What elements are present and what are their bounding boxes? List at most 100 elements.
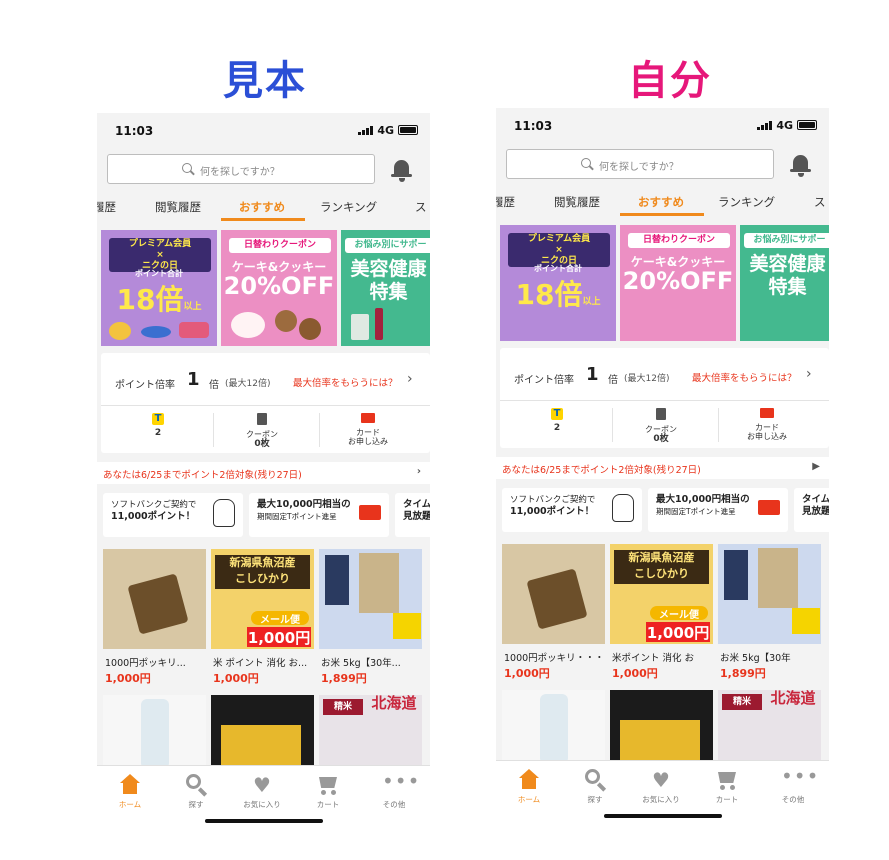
home-indicator [604,814,722,818]
card-icon [359,505,381,520]
banner-beauty-big: 美容健康 特集 [749,253,826,298]
tabbar-other[interactable]: ••• その他 [763,766,823,805]
tabbar-home[interactable]: ホーム [499,769,559,805]
bell-icon[interactable] [391,157,413,183]
banner-coupon[interactable]: 日替わりクーポン ケーキ&クッキー 20%OFF [620,225,736,341]
dog-icon [612,494,634,522]
search-input[interactable]: 何を探しですか？ [107,154,375,184]
tab-browse-history[interactable]: 閲覧履歴 [155,199,201,215]
heart-icon: ♥ [652,768,670,792]
product-image [319,549,422,649]
heart-icon: ♥ [253,773,271,797]
tab-history[interactable]: 履歴 [97,199,116,215]
product-price: 1,899円 [720,667,766,680]
banner-premium-tag: プレミアム会員 × ニクの日 [508,233,610,267]
points-rate-max: (最大12倍) [624,374,670,384]
point-notice[interactable]: あなたは6/25までポイント2倍対象(残り27日) ▶ [496,457,829,479]
card-apply-item[interactable]: カード お申し込み [732,408,802,441]
banner-coupon-tag: 日替わりクーポン [229,238,331,253]
banner-coupon-big: 20%OFF [223,272,335,300]
search-placeholder: 何を探しですか？ [200,167,280,178]
product-name: 1000円ポッキリ・・・ [504,653,605,664]
tab-history[interactable]: 履歴 [496,194,515,210]
t-point-icon: T [551,408,563,420]
product-image [718,544,821,644]
search-icon [184,774,208,797]
points-rate-value: 1 [187,369,200,390]
tabbar-home[interactable]: ホーム [100,774,160,810]
product-price: 1,000円 [105,672,151,685]
home-icon [118,774,142,796]
tabbar-cart[interactable]: カート [298,774,358,810]
points-rate-value: 1 [586,364,599,385]
chevron-right-icon[interactable]: › [407,371,413,387]
phone-sample: 11:03 4G 何を探しですか？ 履歴 閲覧履歴 おすすめ ランキング ス プ… [97,113,430,828]
product-name: 米 ポイント 消化 お... [213,658,308,669]
card-apply-item[interactable]: カード お申し込み [333,413,403,446]
tabbar-other[interactable]: ••• その他 [364,771,424,810]
tab-browse-history[interactable]: 閲覧履歴 [554,194,600,210]
promo-time[interactable]: タイム 見放題 [794,488,829,532]
card-icon [758,500,780,515]
credit-card-icon [760,408,774,418]
home-indicator [205,819,323,823]
promo-time[interactable]: タイム 見放題 [395,493,430,537]
product-image [103,549,206,649]
dog-icon [213,499,235,527]
search-input[interactable]: 何を探しですか？ [506,149,774,179]
tabbar-search[interactable]: 探す [166,774,226,810]
point-notice[interactable]: あなたは6/25までポイント2倍対象(残り27日) › [97,462,430,484]
phone-mine: 11:03 4G 何を探しですか？ 履歴 閲覧履歴 おすすめ ランキング ス プ… [496,108,829,823]
tab-recommended[interactable]: おすすめ [239,199,285,215]
signal-icon [358,126,373,135]
banner-beauty-tag: お悩み別にサポー [345,238,430,253]
tabbar-cart[interactable]: カート [697,769,757,805]
status-time: 11:03 [115,124,154,138]
tab-ranking[interactable]: ランキング [718,194,775,210]
points-rate-label: ポイント倍率 [514,375,574,386]
tab-more[interactable]: ス [415,199,427,215]
play-arrow-icon: ▶ [812,461,820,472]
tabbar-favorites[interactable]: ♥ お気に入り [631,769,691,805]
coupon-icon [257,413,267,425]
product-name: 米ポイント 消化 お [612,653,695,664]
banner-beauty[interactable]: お悩み別にサポー 美容健康 特集 [341,230,430,346]
promo-tpoint[interactable]: 最大10,000円相当の 期間固定Tポイント進呈 [648,488,788,532]
max-rate-link[interactable]: 最大倍率をもらうには？ [293,375,398,389]
t-point-item[interactable]: T 2 [123,413,193,438]
points-rate-label: ポイント倍率 [115,380,175,391]
banner-beauty[interactable]: お悩み別にサポー 美容健康 特集 [740,225,829,341]
product-price: 1,000円 [612,667,658,680]
points-rate-unit: 倍 [608,375,618,386]
tabbar-favorites[interactable]: ♥ お気に入り [232,774,292,810]
tab-recommended[interactable]: おすすめ [638,194,684,210]
category-tabs: 履歴 閲覧履歴 おすすめ ランキング ス [97,193,430,221]
promo-softbank[interactable]: ソフトバンクご契約で 11,000ポイント！ [103,493,243,537]
banner-premium-big: 18倍以上 [515,278,601,311]
bell-icon[interactable] [790,152,812,178]
network-label: 4G [377,124,394,137]
tab-more[interactable]: ス [814,194,826,210]
tab-ranking[interactable]: ランキング [320,199,377,215]
t-point-item[interactable]: T 2 [522,408,592,433]
banner-premium[interactable]: プレミアム会員 × ニクの日 ポイント合計 18倍以上 [101,230,217,346]
banner-coupon-big: 20%OFF [622,267,734,295]
points-rate-max: (最大12倍) [225,379,271,389]
banner-premium[interactable]: プレミアム会員 × ニクの日 ポイント合計 18倍以上 [500,225,616,341]
credit-card-icon [361,413,375,423]
coupon-item[interactable]: クーポン 0枚 [626,408,696,444]
banner-premium-tag: プレミアム会員 × ニクの日 [109,238,211,272]
max-rate-link[interactable]: 最大倍率をもらうには？ [692,370,797,384]
coupon-item[interactable]: クーポン 0枚 [227,413,297,449]
home-icon [517,769,541,791]
search-icon [583,769,607,792]
tabbar-search[interactable]: 探す [565,769,625,805]
promo-tpoint[interactable]: 最大10,000円相当の 期間固定Tポイント進呈 [249,493,389,537]
battery-icon [398,125,418,135]
chevron-right-icon[interactable]: › [806,366,812,382]
points-card: ポイント倍率 1 倍 (最大12倍) 最大倍率をもらうには？ › T 2 クーポ… [500,348,829,448]
promo-softbank[interactable]: ソフトバンクご契約で 11,000ポイント！ [502,488,642,532]
banner-coupon[interactable]: 日替わりクーポン ケーキ&クッキー 20%OFF [221,230,337,346]
banner-premium-big: 18倍以上 [116,283,202,316]
signal-icon [757,121,772,130]
